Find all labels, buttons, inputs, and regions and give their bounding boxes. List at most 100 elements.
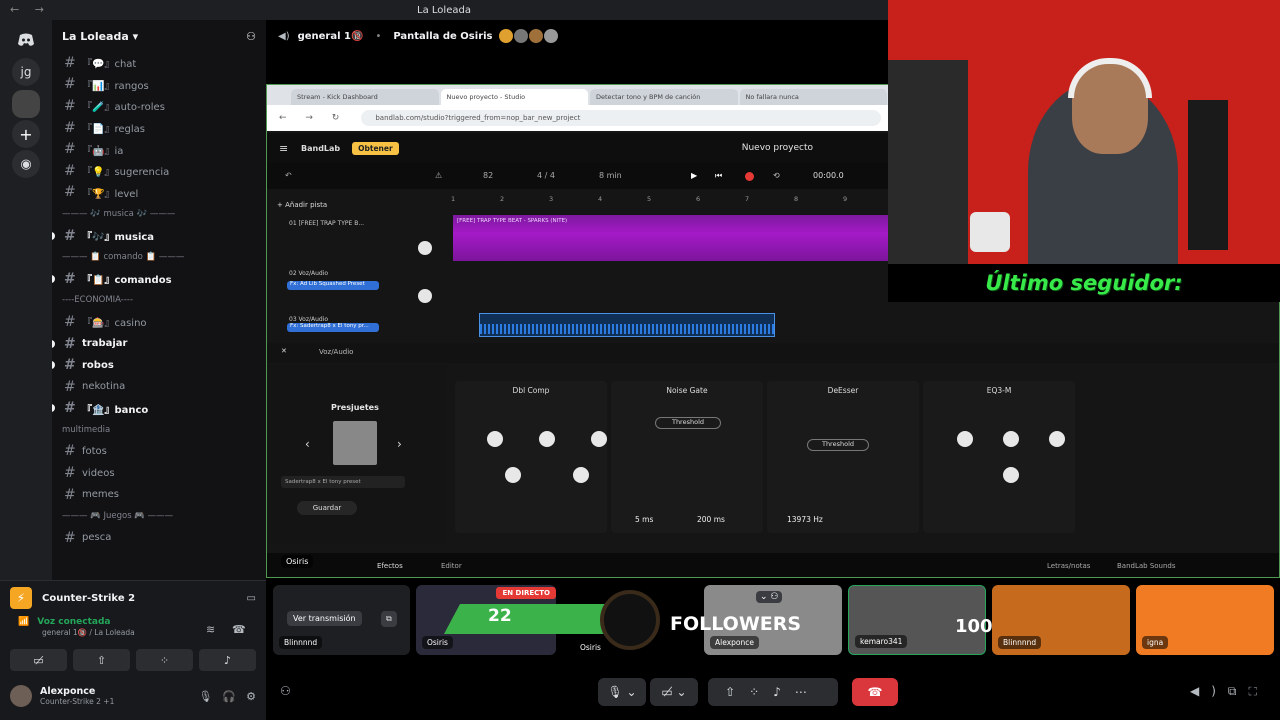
add-member-icon[interactable]: ⚇	[246, 30, 256, 43]
knob[interactable]	[487, 431, 503, 447]
channel-item[interactable]: # memes	[52, 484, 266, 506]
user-panel[interactable]: Alexponce Counter-Strike 2 +1 🎙 🎧 ⚙	[10, 681, 256, 711]
metronome-icon[interactable]: ⚠	[435, 171, 442, 180]
prev-preset-icon[interactable]: ‹	[305, 437, 310, 451]
watch-stream-button[interactable]: Ver transmisión	[287, 611, 362, 626]
undo-icon[interactable]: ↶	[285, 171, 292, 180]
sounds-button[interactable]: BandLab Sounds	[1117, 562, 1176, 570]
track-header[interactable]: 01 [FREE] TRAP TYPE B...	[271, 215, 439, 259]
menu-icon[interactable]: ≡	[279, 142, 288, 155]
preset-select[interactable]: Sadertrap8 x El tony preset	[281, 476, 405, 488]
channel-item[interactable]: # videos	[52, 462, 266, 484]
channel-item[interactable]: # trabajar	[52, 333, 266, 355]
project-name[interactable]: Nuevo proyecto	[742, 143, 813, 153]
signal-icon[interactable]: 📶	[18, 617, 29, 627]
server-icon-jg[interactable]: jg	[12, 58, 40, 86]
discord-icon[interactable]	[12, 26, 40, 54]
headphones-icon[interactable]: 🎧	[222, 690, 236, 703]
knob[interactable]	[1003, 467, 1019, 483]
audio-clip-voice[interactable]	[479, 313, 775, 337]
channel-item[interactable]: # 『🤖』ia	[52, 138, 266, 160]
url-field[interactable]: bandlab.com/studio?triggered_from=nop_ba…	[361, 110, 882, 126]
camera-toggle[interactable]: ▭̸ ⌄	[650, 678, 698, 706]
participant-tile[interactable]: Ver transmisión ⧉ Blinnnnd	[273, 585, 410, 655]
channel-category[interactable]: ----ECONOMIA----	[52, 290, 266, 312]
knob[interactable]	[505, 467, 521, 483]
lyrics-button[interactable]: Letras/notas	[1047, 562, 1090, 570]
browser-tab-active[interactable]: Nuevo proyecto - Studio	[440, 89, 588, 105]
channel-item[interactable]: # robos	[52, 354, 266, 376]
participant-tile[interactable]: igna	[1136, 585, 1274, 655]
pan-knob[interactable]	[418, 241, 432, 255]
viewer-avatars[interactable]	[498, 29, 558, 43]
channel-item[interactable]: # 『📋』comandos	[52, 268, 266, 290]
save-button[interactable]: Guardar	[297, 501, 357, 515]
time-signature[interactable]: 4 / 4	[537, 171, 555, 180]
record-icon[interactable]	[745, 172, 754, 181]
activities-icon[interactable]: ⁘	[136, 649, 193, 671]
nav-arrows-icon[interactable]: ← →	[10, 3, 50, 16]
participant-tile[interactable]: Blinnnnd	[992, 585, 1130, 655]
knob[interactable]	[1049, 431, 1065, 447]
disconnect-icon[interactable]: ☎	[232, 623, 246, 636]
fx-eq3[interactable]: EQ3-M	[923, 381, 1075, 533]
channel-category[interactable]: ——— 📋 comando 📋 ———	[52, 246, 266, 268]
channel-item[interactable]: # 『🧪』auto-roles	[52, 95, 266, 117]
threshold-pill[interactable]: Threshold	[807, 439, 869, 451]
loop-icon[interactable]: ⟲	[773, 171, 780, 180]
browser-tab[interactable]: Detectar tono y BPM de canción	[590, 89, 738, 105]
channel-item[interactable]: # 『🎰』casino	[52, 311, 266, 333]
close-icon[interactable]: ✕	[281, 347, 287, 355]
share-screen-icon[interactable]: ⇧	[73, 649, 130, 671]
tab-editor[interactable]: Editor	[441, 562, 462, 570]
noise-suppression-icon[interactable]: ≋	[206, 623, 215, 636]
play-icon[interactable]: ▶	[691, 171, 697, 180]
timeline-ruler[interactable]: 1 2 3 4 5 6 7 8 9	[451, 195, 889, 207]
add-track-button[interactable]: + Añadir pista	[277, 201, 327, 209]
settings-gear-icon[interactable]: ⚙	[246, 690, 256, 703]
add-server-icon[interactable]: +	[12, 120, 40, 148]
browser-tab[interactable]: Stream - Kick Dashboard	[291, 89, 439, 105]
obtain-button[interactable]: Obtener	[352, 141, 399, 155]
channel-item[interactable]: # nekotina	[52, 376, 266, 398]
channel-category[interactable]: multimedia	[52, 419, 266, 441]
volume-popout-fullscreen-icons[interactable]: ◀)⧉⛶	[1190, 684, 1269, 699]
channel-item[interactable]: # 『💬』chat	[52, 52, 266, 74]
channel-item[interactable]: # 『💡』sugerencia	[52, 160, 266, 182]
fx-dbl-comp[interactable]: Dbl Comp	[455, 381, 607, 533]
invite-icon[interactable]: ⚇	[280, 684, 291, 698]
popout-icon[interactable]: ⧉	[381, 611, 397, 627]
channel-item[interactable]: # 『🏦』banco	[52, 398, 266, 420]
channel-item[interactable]: # 『🏆』level	[52, 182, 266, 204]
knob[interactable]	[591, 431, 607, 447]
channel-item[interactable]: # 『📊』rangos	[52, 74, 266, 96]
knob[interactable]	[957, 431, 973, 447]
fx-noise-gate[interactable]: Noise Gate Threshold 5 ms 200 ms	[611, 381, 763, 533]
microphone-icon[interactable]: 🎙	[198, 690, 212, 703]
camera-off-icon[interactable]: ▭̸	[10, 649, 67, 671]
server-header[interactable]: La Loleada ▾ ⚇	[52, 20, 266, 52]
browser-nav-icons[interactable]: ← → ↻	[279, 113, 347, 123]
track-header[interactable]: 02 Voz/Audio Fx: Ad Lib Squashed Preset	[271, 265, 439, 309]
share-activity-soundboard-more-icons[interactable]: ⇧⁘♪⋯	[725, 685, 821, 699]
soundboard-icon[interactable]: ♪	[199, 649, 256, 671]
stream-monitor-icon[interactable]: ▭	[247, 593, 256, 604]
threshold-pill[interactable]: Threshold	[655, 417, 721, 429]
bpm[interactable]: 82	[483, 171, 493, 180]
channel-item[interactable]: # 『🎶』musica	[52, 225, 266, 247]
knob[interactable]	[1003, 431, 1019, 447]
explore-icon[interactable]: ◉	[12, 150, 40, 178]
channel-item[interactable]: # fotos	[52, 441, 266, 463]
leave-call-button[interactable]: ☎	[852, 678, 898, 706]
knob[interactable]	[573, 467, 589, 483]
skip-back-icon[interactable]: ⏮	[715, 171, 722, 181]
channel-category[interactable]: ——— 🎮 Juegos 🎮 ———	[52, 505, 266, 527]
server-icon-la-loleada[interactable]	[12, 90, 40, 118]
next-preset-icon[interactable]: ›	[397, 437, 402, 451]
key[interactable]: 8 min	[599, 171, 622, 180]
channel-category[interactable]: ——— 🎶 musica 🎶 ———	[52, 203, 266, 225]
audio-clip-beat[interactable]: [FREE] TRAP TYPE BEAT - SPARKS (NITE)	[453, 215, 889, 261]
knob[interactable]	[539, 431, 555, 447]
pan-knob[interactable]	[418, 289, 432, 303]
browser-tab[interactable]: No fallara nunca	[739, 89, 887, 105]
